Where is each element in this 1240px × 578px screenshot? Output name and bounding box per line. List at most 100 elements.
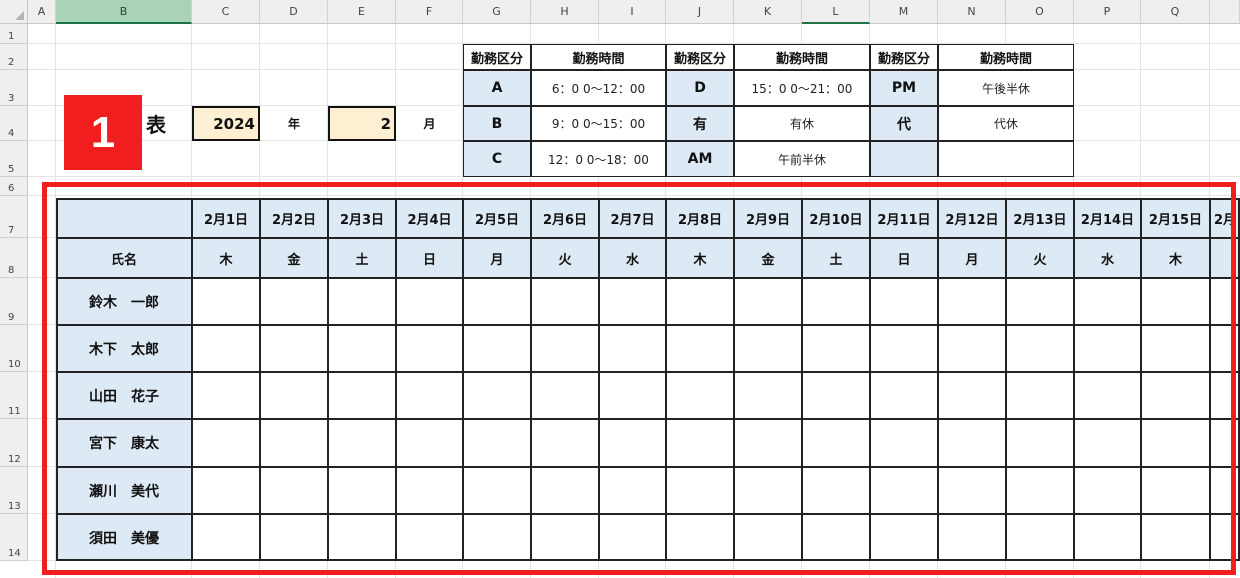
schedule-cell[interactable] [938,467,1006,514]
month-input[interactable]: 2 [328,106,396,141]
schedule-cell[interactable] [1210,467,1240,514]
schedule-cell[interactable] [734,278,802,325]
row-header-13[interactable]: 13 [0,467,28,514]
schedule-cell[interactable] [328,467,396,514]
row-header-12[interactable]: 12 [0,419,28,467]
schedule-cell[interactable] [463,278,531,325]
row-header-5[interactable]: 5 [0,141,28,177]
schedule-cell[interactable] [734,514,802,561]
schedule-cell[interactable] [1006,325,1074,372]
row-header-1[interactable]: 1 [0,24,28,44]
schedule-cell[interactable] [192,372,260,419]
schedule-cell[interactable] [938,372,1006,419]
schedule-cell[interactable] [1074,325,1141,372]
column-header-k[interactable]: K [734,0,802,24]
schedule-cell[interactable] [1074,278,1141,325]
row-header-14[interactable]: 14 [0,514,28,561]
legend-time-cell[interactable]: 午前半休 [734,141,870,177]
schedule-cell[interactable] [1141,372,1210,419]
schedule-cell[interactable] [1074,372,1141,419]
schedule-cell[interactable] [938,419,1006,467]
schedule-cell[interactable] [666,467,734,514]
schedule-cell[interactable] [870,325,938,372]
column-header-e[interactable]: E [328,0,396,24]
schedule-cell[interactable] [938,325,1006,372]
schedule-cell[interactable] [463,372,531,419]
column-header-a[interactable]: A [28,0,56,24]
schedule-cell[interactable] [734,467,802,514]
schedule-cell[interactable] [870,514,938,561]
schedule-cell[interactable] [599,467,666,514]
legend-time-cell[interactable]: 有休 [734,106,870,141]
legend-time-cell[interactable]: 12：0 0〜18：00 [531,141,666,177]
schedule-cell[interactable] [1074,419,1141,467]
schedule-cell[interactable] [463,419,531,467]
schedule-cell[interactable] [260,325,328,372]
schedule-cell[interactable] [260,278,328,325]
schedule-cell[interactable] [463,467,531,514]
row-header-2[interactable]: 2 [0,44,28,70]
employee-name-cell[interactable]: 須田 美優 [56,514,192,561]
row-header-10[interactable]: 10 [0,325,28,372]
employee-name-cell[interactable]: 山田 花子 [56,372,192,419]
schedule-cell[interactable] [802,419,870,467]
schedule-cell[interactable] [1141,419,1210,467]
schedule-cell[interactable] [531,514,599,561]
legend-code-cell[interactable]: 代 [870,106,938,141]
row-header-3[interactable]: 3 [0,70,28,106]
schedule-cell[interactable] [802,325,870,372]
schedule-cell[interactable] [666,419,734,467]
schedule-cell[interactable] [1210,514,1240,561]
legend-code-cell[interactable]: B [463,106,531,141]
row-header-9[interactable]: 9 [0,278,28,325]
legend-time-cell[interactable]: 15：0 0〜21：00 [734,70,870,106]
select-all-corner[interactable] [0,0,28,24]
schedule-cell[interactable] [870,278,938,325]
schedule-cell[interactable] [870,467,938,514]
schedule-cell[interactable] [1210,278,1240,325]
column-header-n[interactable]: N [938,0,1006,24]
schedule-cell[interactable] [531,278,599,325]
schedule-cell[interactable] [328,514,396,561]
schedule-cell[interactable] [1210,325,1240,372]
schedule-cell[interactable] [734,372,802,419]
schedule-cell[interactable] [1074,514,1141,561]
schedule-cell[interactable] [802,467,870,514]
column-header-d[interactable]: D [260,0,328,24]
column-header-l[interactable]: L [802,0,870,24]
schedule-cell[interactable] [192,278,260,325]
column-header-partial[interactable] [1210,0,1240,24]
schedule-cell[interactable] [599,514,666,561]
employee-name-cell[interactable]: 宮下 康太 [56,419,192,467]
legend-time-cell[interactable]: 6：0 0〜12：00 [531,70,666,106]
schedule-cell[interactable] [802,278,870,325]
legend-code-cell[interactable]: A [463,70,531,106]
legend-code-cell[interactable]: C [463,141,531,177]
schedule-cell[interactable] [531,372,599,419]
employee-name-cell[interactable]: 瀬川 美代 [56,467,192,514]
schedule-cell[interactable] [1006,467,1074,514]
schedule-cell[interactable] [802,514,870,561]
schedule-cell[interactable] [192,514,260,561]
schedule-cell[interactable] [328,278,396,325]
row-header-4[interactable]: 4 [0,106,28,141]
legend-code-cell[interactable]: D [666,70,734,106]
schedule-cell[interactable] [192,419,260,467]
schedule-cell[interactable] [531,419,599,467]
row-header-11[interactable]: 11 [0,372,28,419]
column-header-h[interactable]: H [531,0,599,24]
schedule-cell[interactable] [396,325,463,372]
column-header-q[interactable]: Q [1141,0,1210,24]
schedule-cell[interactable] [666,325,734,372]
legend-code-cell[interactable] [870,141,938,177]
schedule-cell[interactable] [870,372,938,419]
schedule-cell[interactable] [1141,325,1210,372]
schedule-cell[interactable] [1141,514,1210,561]
legend-code-cell[interactable]: AM [666,141,734,177]
schedule-cell[interactable] [396,514,463,561]
schedule-cell[interactable] [938,514,1006,561]
row-header-6[interactable]: 6 [0,177,28,196]
schedule-cell[interactable] [599,278,666,325]
schedule-cell[interactable] [666,372,734,419]
year-input[interactable]: 2024 [192,106,260,141]
